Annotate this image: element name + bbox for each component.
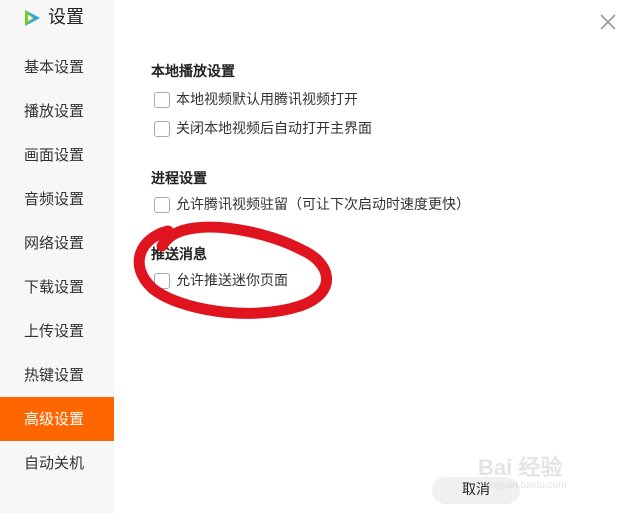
- sidebar-item-audio[interactable]: 音频设置: [0, 177, 114, 221]
- sidebar-item-upload[interactable]: 上传设置: [0, 309, 114, 353]
- sidebar-item-advanced[interactable]: 高级设置: [0, 397, 114, 441]
- option-label: 本地视频默认用腾讯视频打开: [176, 92, 358, 108]
- window-title: 设置: [48, 7, 84, 28]
- sidebar-item-auto-shutdown[interactable]: 自动关机: [0, 441, 114, 485]
- checkbox[interactable]: [154, 197, 170, 213]
- cancel-button[interactable]: 取消: [432, 477, 520, 504]
- option-allow-mini-page-push[interactable]: 允许推送迷你页面: [154, 271, 288, 291]
- sidebar-item-download[interactable]: 下载设置: [0, 265, 114, 309]
- title-bar: 设置: [0, 0, 114, 36]
- sidebar-item-hotkeys[interactable]: 热键设置: [0, 353, 114, 397]
- close-icon[interactable]: [598, 12, 618, 32]
- option-label: 关闭本地视频后自动打开主界面: [176, 121, 372, 137]
- option-open-main-after-close[interactable]: 关闭本地视频后自动打开主界面: [154, 119, 372, 139]
- section-title-push: 推送消息: [151, 247, 207, 263]
- option-label: 允许腾讯视频驻留（可让下次启动时速度更快）: [176, 197, 470, 213]
- option-open-local-video-default[interactable]: 本地视频默认用腾讯视频打开: [154, 90, 358, 110]
- section-title-process: 进程设置: [151, 171, 207, 187]
- option-allow-resident[interactable]: 允许腾讯视频驻留（可让下次启动时速度更快）: [154, 195, 470, 215]
- checkbox[interactable]: [154, 121, 170, 137]
- sidebar: 设置 基本设置 播放设置 画面设置 音频设置 网络设置 下载设置 上传设置 热键…: [0, 0, 114, 513]
- sidebar-item-basic[interactable]: 基本设置: [0, 45, 114, 89]
- sidebar-item-picture[interactable]: 画面设置: [0, 133, 114, 177]
- section-title-local-playback: 本地播放设置: [151, 64, 235, 80]
- checkbox[interactable]: [154, 273, 170, 289]
- sidebar-item-playback[interactable]: 播放设置: [0, 89, 114, 133]
- tencent-video-logo-icon: [25, 10, 40, 26]
- option-label: 允许推送迷你页面: [176, 273, 288, 289]
- checkbox[interactable]: [154, 92, 170, 108]
- sidebar-item-network[interactable]: 网络设置: [0, 221, 114, 265]
